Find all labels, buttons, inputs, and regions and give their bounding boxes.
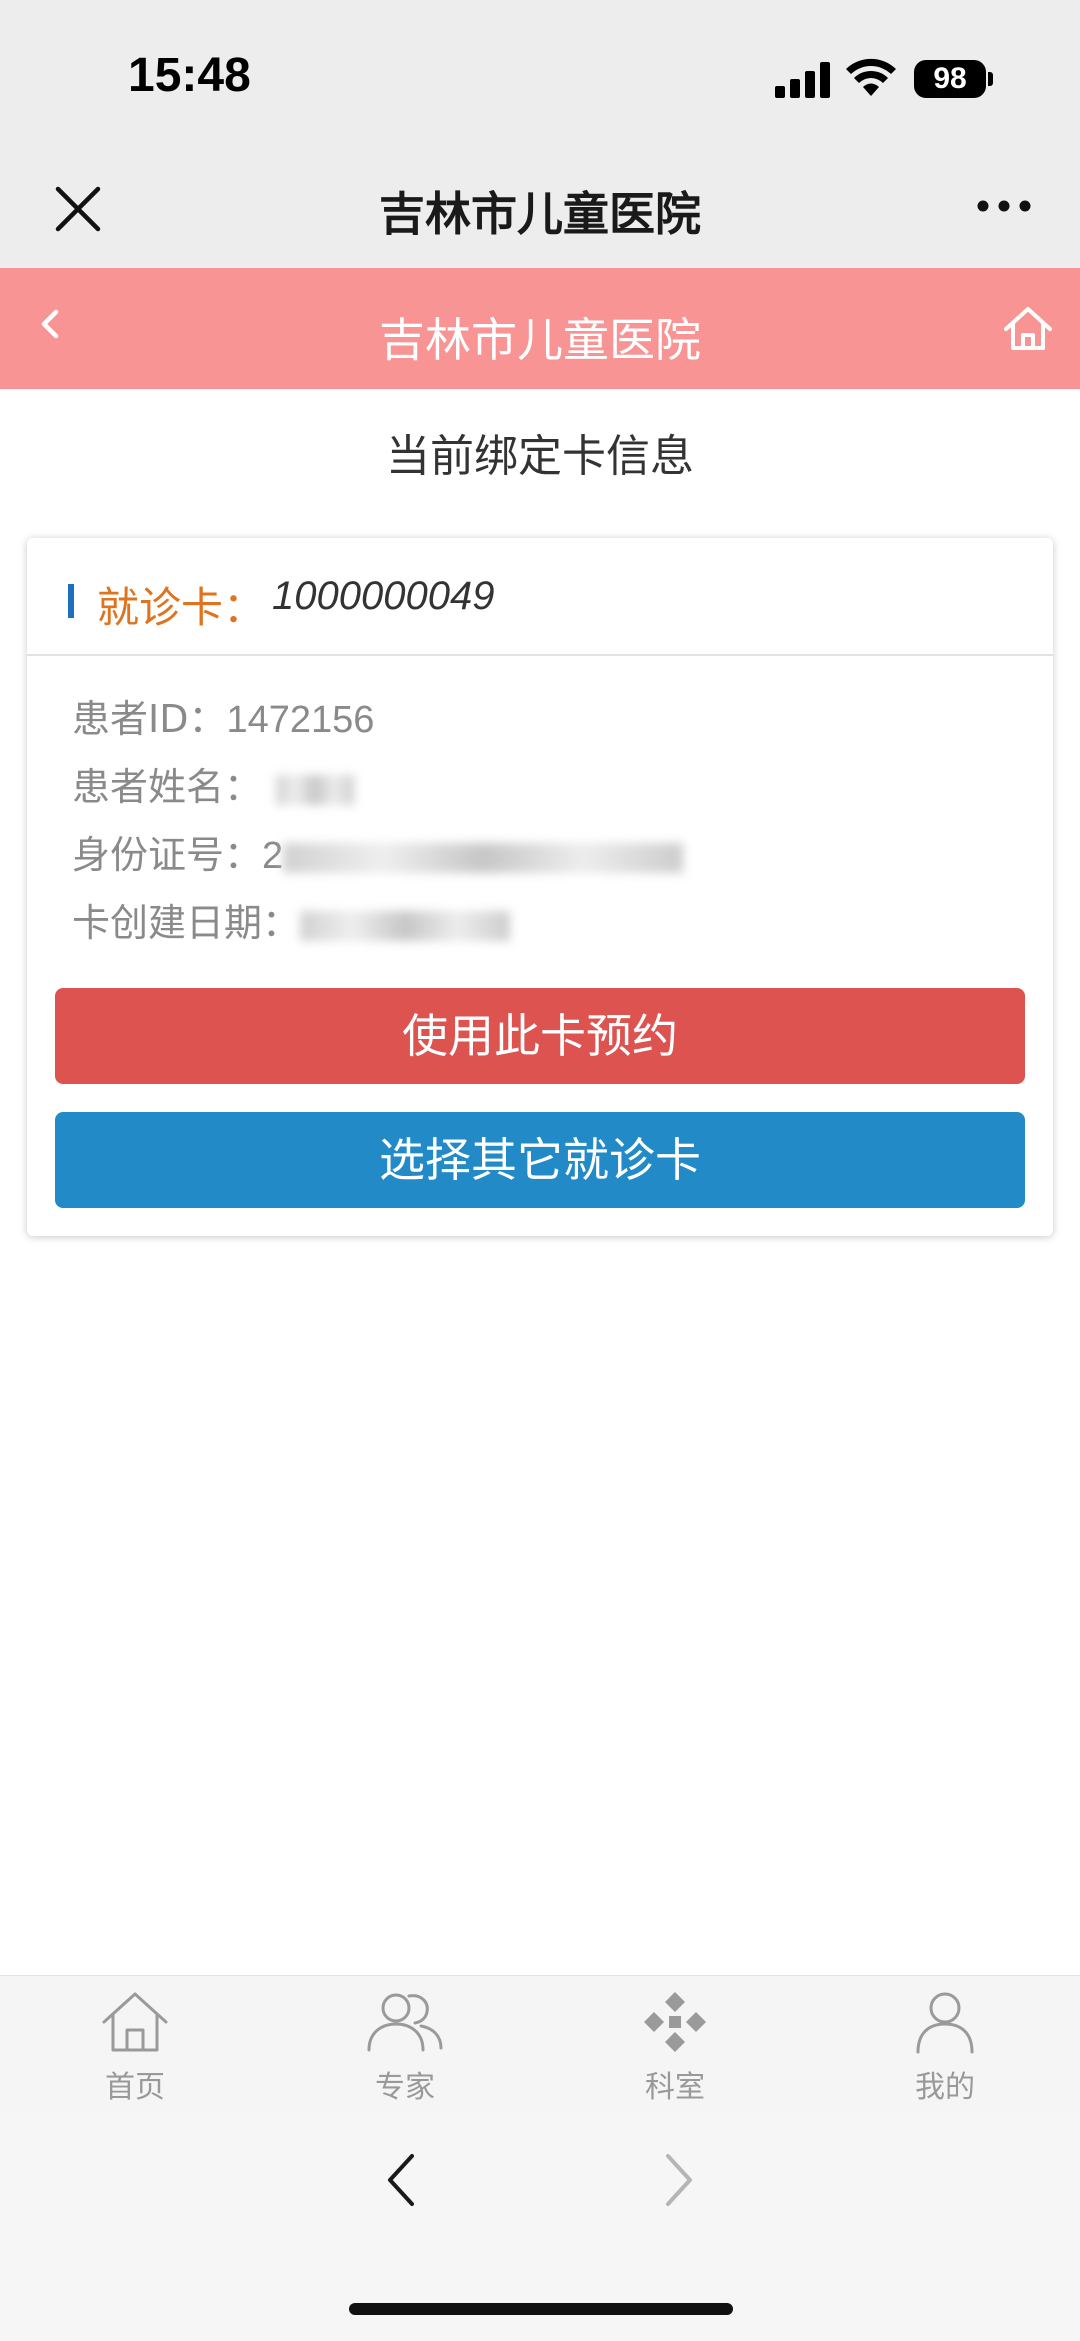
tab-departments-label: 科室 xyxy=(645,2070,705,2105)
tab-profile[interactable]: 我的 xyxy=(810,1976,1080,2114)
redacted-id-number xyxy=(283,842,684,873)
status-time: 15:48 xyxy=(128,49,251,102)
patient-id-label: 患者ID： xyxy=(72,697,227,741)
battery-indicator: 98 xyxy=(914,60,986,98)
bound-card-panel: 就诊卡： 1000000049 患者ID：1472156 患者姓名： 身份证号：… xyxy=(27,538,1053,1236)
patient-id-row: 患者ID：1472156 xyxy=(72,688,374,743)
home-indicator xyxy=(349,2303,733,2315)
app-title: 吉林市儿童医院 xyxy=(379,313,701,367)
home-icon[interactable] xyxy=(1003,305,1053,351)
card-number: 1000000049 xyxy=(272,574,495,618)
department-icon xyxy=(644,1992,706,2052)
id-number-label: 身份证号： xyxy=(72,833,263,877)
id-number-value: 2 xyxy=(262,835,284,877)
more-options-icon[interactable] xyxy=(976,196,1032,216)
home-icon xyxy=(102,1992,168,2052)
tab-departments[interactable]: 科室 xyxy=(540,1976,810,2114)
card-header: 就诊卡： 1000000049 xyxy=(27,538,1053,656)
card-label: 就诊卡： xyxy=(97,583,266,632)
patient-name-label: 患者姓名： xyxy=(72,765,263,809)
wifi-icon xyxy=(846,58,896,96)
cellular-signal-icon xyxy=(775,62,830,98)
profile-icon xyxy=(916,1992,974,2054)
id-number-row: 身份证号：2 xyxy=(72,824,684,879)
browser-forward-icon[interactable] xyxy=(662,2152,696,2208)
patient-name-row: 患者姓名： xyxy=(72,756,355,811)
browser-back-icon[interactable] xyxy=(384,2152,418,2208)
tab-home-label: 首页 xyxy=(105,2070,165,2105)
patient-id-value: 1472156 xyxy=(226,699,375,741)
battery-tip xyxy=(988,72,993,86)
choose-other-card-button[interactable]: 选择其它就诊卡 xyxy=(55,1112,1025,1208)
redacted-name xyxy=(276,774,355,805)
experts-icon xyxy=(367,1993,443,2052)
tab-experts-label: 专家 xyxy=(375,2070,435,2105)
tab-profile-label: 我的 xyxy=(915,2070,975,2105)
use-card-button[interactable]: 使用此卡预约 xyxy=(55,988,1025,1084)
redacted-created-date xyxy=(300,910,511,941)
tab-home[interactable]: 首页 xyxy=(0,1976,270,2114)
tab-experts[interactable]: 专家 xyxy=(270,1976,540,2114)
page-heading: 当前绑定卡信息 xyxy=(386,431,694,482)
card-accent-bar xyxy=(68,584,74,618)
card-created-label: 卡创建日期： xyxy=(72,901,301,945)
wechat-page-title: 吉林市儿童医院 xyxy=(379,187,701,241)
bottom-tab-bar: 首页 专家 科室 我的 xyxy=(0,1975,1080,2113)
card-created-row: 卡创建日期： xyxy=(72,892,511,947)
